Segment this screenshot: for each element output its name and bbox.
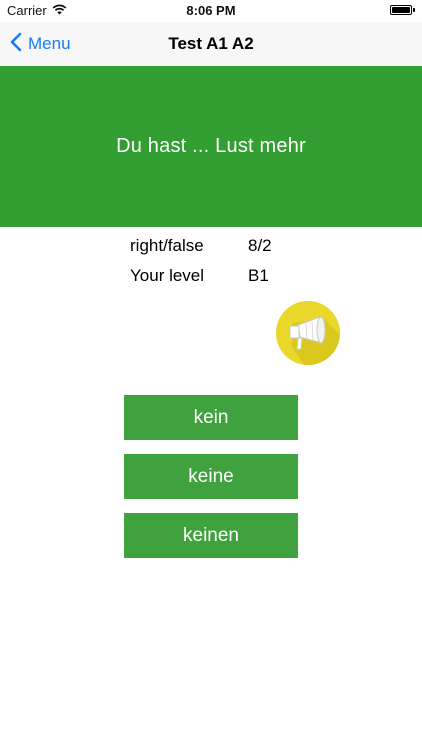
stat-row-score: right/false 8/2 bbox=[130, 234, 308, 264]
battery-tip bbox=[413, 8, 415, 12]
back-button-label: Menu bbox=[28, 34, 71, 53]
question-banner: Du hast ... Lust mehr bbox=[0, 66, 422, 227]
score-label: right/false bbox=[130, 236, 204, 255]
battery-icon bbox=[390, 5, 415, 15]
speaker-button[interactable] bbox=[276, 301, 340, 365]
score-value: 8/2 bbox=[248, 236, 272, 255]
level-label: Your level bbox=[130, 266, 205, 285]
status-time: 8:06 PM bbox=[186, 3, 236, 18]
screen: Carrier 8:06 PM Test A1 A2 Menu Du hast … bbox=[0, 0, 422, 750]
battery-body bbox=[390, 5, 412, 15]
answer-button-kein[interactable]: kein bbox=[124, 395, 298, 440]
nav-bar: Test A1 A2 Menu bbox=[0, 22, 422, 66]
question-text: Du hast ... Lust mehr bbox=[116, 135, 306, 157]
status-bar: Carrier 8:06 PM bbox=[0, 0, 422, 22]
back-button[interactable]: Menu bbox=[10, 22, 71, 66]
level-value: B1 bbox=[248, 266, 269, 285]
stat-row-level: Your level B1 bbox=[130, 264, 308, 294]
megaphone-icon bbox=[289, 316, 340, 365]
answer-button-keinen[interactable]: keinen bbox=[124, 513, 298, 558]
battery-fill bbox=[392, 7, 410, 13]
answer-button-keine[interactable]: keine bbox=[124, 454, 298, 499]
stats-panel: right/false 8/2 Your level B1 bbox=[130, 234, 308, 294]
chevron-left-icon bbox=[10, 32, 22, 57]
